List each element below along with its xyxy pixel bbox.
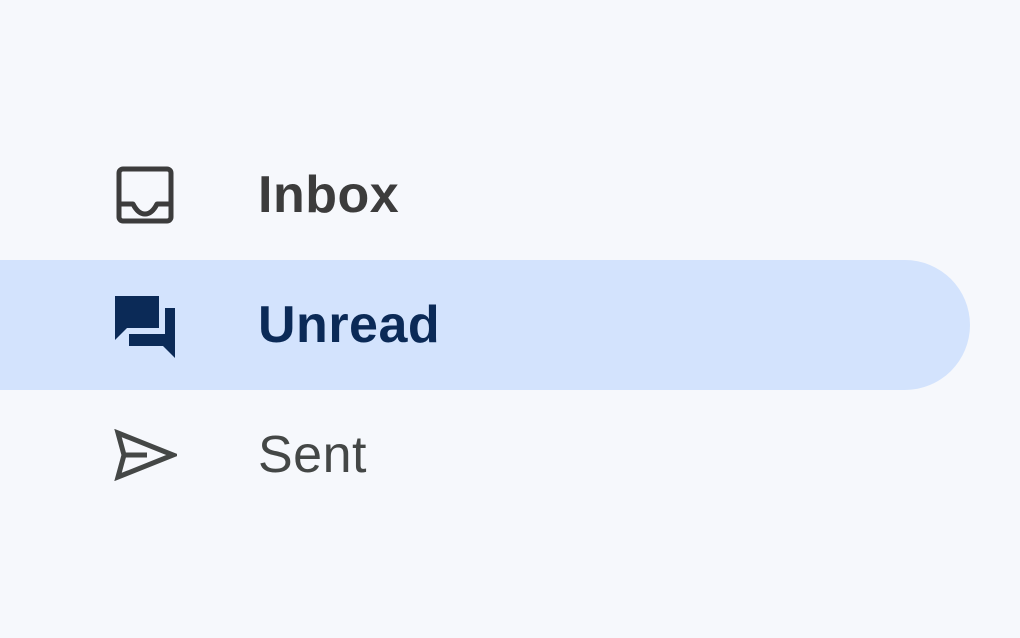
nav-item-label: Sent [258, 426, 367, 484]
send-icon [110, 420, 180, 490]
mail-folder-nav: Inbox Unread Sent [0, 130, 970, 520]
nav-item-sent[interactable]: Sent [0, 390, 970, 520]
nav-item-unread[interactable]: Unread [0, 260, 970, 390]
inbox-icon [110, 160, 180, 230]
nav-item-inbox[interactable]: Inbox [0, 130, 970, 260]
nav-item-label: Inbox [258, 166, 400, 224]
chat-bubbles-icon [110, 290, 180, 360]
nav-item-label: Unread [258, 296, 441, 354]
